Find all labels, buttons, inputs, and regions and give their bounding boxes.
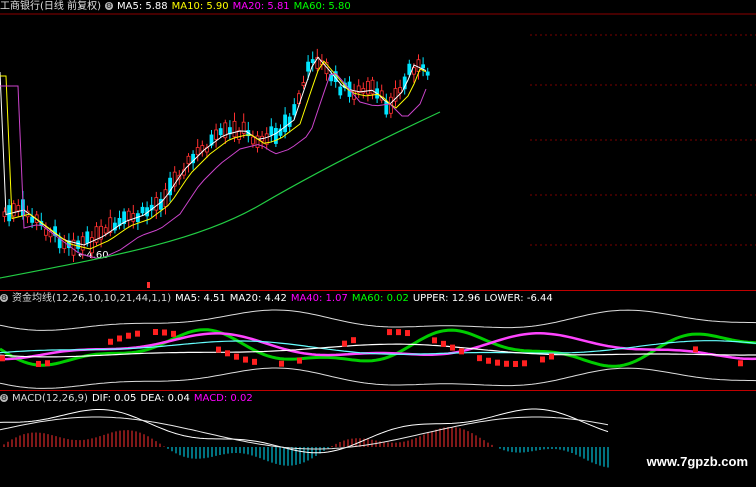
fund-marker — [0, 355, 5, 362]
candle-body — [310, 59, 315, 63]
fund-marker — [441, 340, 446, 347]
price-chart[interactable]: ←4.60 — [0, 0, 756, 290]
candle-body — [108, 217, 113, 233]
ma60-line — [0, 111, 441, 279]
fund-marker — [117, 335, 122, 342]
dea-line — [0, 416, 609, 450]
fund-marker — [153, 329, 158, 336]
fund-marker — [126, 332, 131, 339]
candle-body — [131, 213, 136, 222]
candle-body — [250, 136, 255, 145]
candle-body — [195, 147, 200, 156]
candle-body — [16, 205, 21, 212]
candle-body — [126, 210, 131, 221]
fund-marker — [549, 353, 554, 360]
candle-body — [103, 227, 108, 234]
fund-marker — [351, 337, 356, 344]
fund-marker — [45, 360, 50, 367]
fund-marker — [297, 357, 302, 364]
fund-marker — [477, 355, 482, 362]
candle-body — [154, 197, 159, 211]
fund-marker — [450, 344, 455, 351]
candle-body — [269, 126, 274, 136]
fund-panel: ⚙ 资金均线(12,26,10,10,21,44,1,1) MA5: 4.51 MA2… — [0, 291, 756, 390]
fund-marker — [243, 356, 248, 363]
fund-marker — [540, 356, 545, 363]
fund-marker — [396, 329, 401, 336]
candle-body — [44, 228, 48, 236]
candle-body — [140, 206, 145, 214]
fund-marker — [171, 330, 176, 337]
event-marker[interactable] — [147, 282, 150, 288]
ma20-line — [0, 73, 427, 259]
candle-body — [365, 80, 370, 95]
candle-body — [287, 116, 292, 127]
dif-line — [0, 408, 609, 454]
candle-body — [425, 71, 430, 76]
fund-marker — [459, 348, 464, 355]
fund-marker — [225, 350, 230, 357]
candle-body — [361, 88, 366, 94]
fund-marker — [279, 360, 284, 367]
macd-panel: ⚙ MACD(12,26,9) DIF: 0.05 DEA: 0.04 MACD: 0.… — [0, 391, 756, 487]
candle-body — [90, 237, 94, 254]
fund-marker — [135, 330, 140, 337]
macd-chart[interactable] — [0, 391, 756, 487]
fund-marker — [342, 340, 347, 347]
candle-body — [306, 61, 311, 72]
candle-body — [338, 86, 343, 96]
fund-marker — [216, 346, 221, 353]
candle-body — [30, 216, 35, 223]
candle-body — [76, 240, 80, 249]
candle-body — [398, 87, 403, 94]
candle-body — [421, 64, 426, 69]
candle-body — [292, 104, 297, 116]
candle-body — [85, 231, 90, 244]
lower-band — [0, 367, 756, 389]
fund-marker — [738, 360, 743, 367]
fund-marker — [513, 360, 518, 367]
fund-marker — [504, 360, 509, 367]
price-panel: 工商银行(日线 前复权) ⚙ MA5: 5.88 MA10: 5.90 MA20: 5.… — [0, 0, 756, 290]
candle-body — [214, 129, 219, 140]
fund-marker — [495, 359, 500, 366]
fund-marker — [486, 357, 491, 364]
candle-body — [241, 121, 246, 134]
upper-band — [0, 309, 756, 331]
fund-marker — [162, 329, 167, 336]
fund-marker — [522, 360, 527, 367]
fund-marker — [693, 346, 698, 353]
fund-marker — [252, 358, 257, 365]
candle-body — [232, 120, 237, 138]
fund-marker — [432, 337, 437, 344]
candle-body — [218, 128, 223, 136]
fund-marker — [387, 329, 392, 336]
fund-marker — [405, 330, 410, 337]
fund-marker — [234, 353, 239, 360]
fund-marker — [108, 338, 113, 345]
candle-body — [273, 127, 278, 144]
candle-body — [11, 203, 16, 217]
fund-marker — [36, 360, 41, 367]
candle-body — [283, 114, 288, 133]
candle-body — [384, 100, 389, 115]
watermark: www.7gpzb.com — [646, 454, 748, 469]
candle-body — [80, 236, 85, 251]
fund-chart[interactable] — [0, 291, 756, 390]
candle-body — [186, 155, 191, 165]
candle-body — [301, 82, 306, 86]
